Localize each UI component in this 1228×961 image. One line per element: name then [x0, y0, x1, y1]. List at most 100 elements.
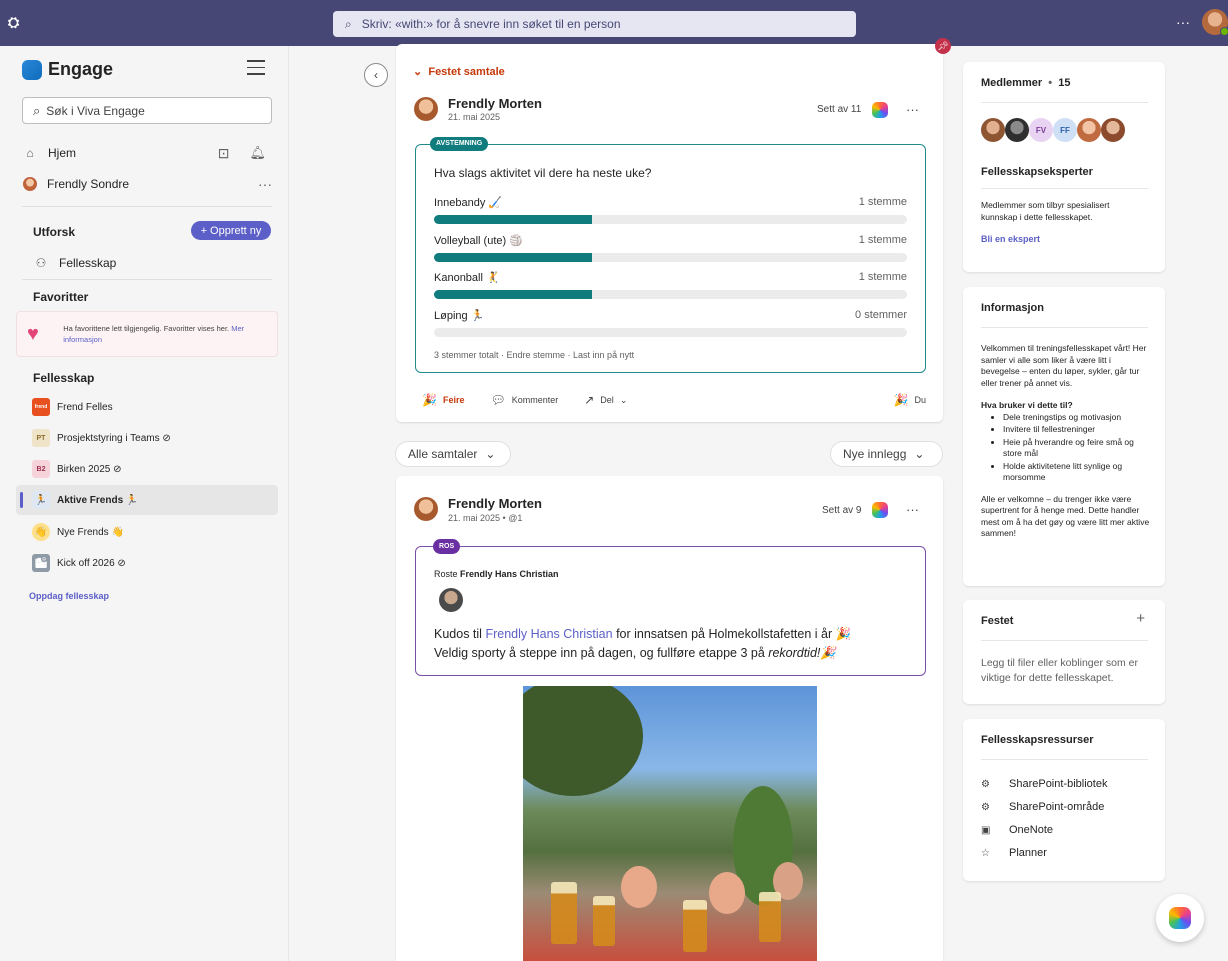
nav-communities[interactable]: ⚇ Fellesskap — [33, 250, 283, 276]
conversations-filter[interactable]: Alle samtaler ⌄ — [395, 441, 511, 467]
resource-onenote[interactable]: ▣ OneNote — [981, 824, 1053, 836]
community-item[interactable]: B2 Birken 2025 ⊘ — [16, 454, 278, 484]
engage-search-placeholder: Søk i Viva Engage — [46, 103, 145, 118]
comment-button[interactable]: 💬︎ Kommenter — [490, 393, 558, 407]
sharepoint-icon: ⚙ — [981, 801, 990, 813]
post-date: 21. mai 2025 — [448, 112, 501, 122]
poll-bar-fill — [434, 253, 592, 262]
info-intro: Velkommen til treningsfellesskapet vårt!… — [981, 343, 1147, 388]
chevron-down-icon: ⌄ — [485, 447, 496, 461]
poll-option-label[interactable]: Volleyball (ute) 🏐 — [434, 234, 523, 247]
mention-link[interactable]: Frendly Hans Christian — [485, 627, 612, 641]
poll-option-label[interactable]: Løping 🏃 — [434, 309, 484, 322]
praise-name[interactable]: Frendly Hans Christian — [460, 569, 559, 579]
resource-sharepoint-site[interactable]: ⚙ SharePoint-område — [981, 801, 1104, 813]
seen-count[interactable]: Sett av 9 — [822, 505, 861, 516]
user-more-icon[interactable]: ··· — [258, 176, 272, 192]
community-item-active[interactable]: 🏃 Aktive Frends 🏃 — [16, 485, 278, 515]
member-avatar[interactable] — [1077, 118, 1101, 142]
left-sidebar: Engage ⌕ Søk i Viva Engage ⌂ Hjem ⊡ 🔔︎ F… — [0, 46, 289, 961]
onenote-icon: ▣ — [981, 824, 991, 836]
author-avatar[interactable] — [414, 97, 438, 121]
become-expert-link[interactable]: Bli en ekspert — [981, 234, 1040, 244]
favorites-info: ♥ Ha favorittene lett tilgjengelig. Favo… — [16, 311, 278, 357]
community-item[interactable]: frend Frend Felles — [16, 392, 278, 422]
global-search-input[interactable]: ⌕ Skriv: «with:» for å snevre inn søket … — [333, 11, 856, 37]
nav-user[interactable]: Frendly Sondre ··· — [22, 171, 272, 197]
hamburger-menu-icon[interactable] — [247, 60, 265, 80]
community-item[interactable]: PT Prosjektstyring i Teams ⊘ — [16, 423, 278, 453]
resource-label: Planner — [1009, 847, 1047, 859]
poll-bar-fill — [434, 215, 592, 224]
teams-icon[interactable]: ⛭ — [8, 14, 26, 32]
author-name[interactable]: Frendly Morten — [448, 96, 542, 111]
copilot-button[interactable] — [1156, 894, 1204, 942]
info-list: Dele treningstips og motivasjon Invitere… — [981, 412, 1151, 484]
chevron-down-icon[interactable]: ⌄ — [413, 66, 428, 78]
copilot-icon[interactable] — [872, 102, 888, 118]
community-name: Aktive Frends 🏃 — [57, 494, 139, 506]
sort-filter[interactable]: Nye innlegg ⌄ — [830, 441, 943, 467]
resource-planner[interactable]: ☆ Planner — [981, 847, 1047, 859]
poll-option-count: 0 stemmer — [855, 309, 907, 321]
member-avatar[interactable] — [1101, 118, 1125, 142]
community-item[interactable]: 🏙 Kick off 2026 ⊘ — [16, 548, 278, 578]
user-small-avatar — [23, 177, 37, 191]
post-more-icon[interactable]: ··· — [906, 102, 919, 117]
post-card: Frendly Morten 21. mai 2025 • @1 Sett av… — [396, 476, 943, 961]
poll-footer[interactable]: 3 stemmer totalt · Endre stemme · Last i… — [434, 350, 634, 360]
user-avatar[interactable] — [1202, 9, 1228, 36]
more-options-icon[interactable]: ··· — [1176, 14, 1190, 30]
resource-sharepoint-library[interactable]: ⚙ SharePoint-bibliotek — [981, 778, 1107, 790]
reactions-summary[interactable]: 🎉 Du — [894, 393, 926, 407]
sort-filter-label: Nye innlegg — [843, 447, 907, 461]
bell-icon[interactable]: 🔔︎ — [249, 145, 266, 161]
post-photo[interactable] — [523, 686, 817, 961]
community-name: Kick off 2026 ⊘ — [57, 557, 126, 569]
engage-search-input[interactable]: ⌕ Søk i Viva Engage — [22, 97, 272, 124]
post-actions: 🎉 Feire 💬︎ Kommenter ↗ Del ⌄ 🎉 Du — [422, 393, 926, 407]
engage-logo-icon — [22, 59, 42, 80]
community-logo: 🏙 — [32, 554, 50, 572]
copilot-icon[interactable] — [872, 502, 888, 518]
create-new-button[interactable]: + Opprett ny — [191, 221, 271, 240]
info-title: Informasjon — [981, 302, 1044, 314]
photo-face — [621, 866, 657, 908]
info-bullet: Invitere til fellestreninger — [1003, 424, 1151, 436]
member-avatar[interactable] — [981, 118, 1005, 142]
divider — [22, 279, 272, 280]
nav-home[interactable]: ⌂ Hjem ⊡ 🔔︎ — [22, 140, 272, 166]
poll-option-bar — [434, 290, 907, 299]
top-bar: ⛭ ⌕ Skriv: «with:» for å snevre inn søke… — [0, 0, 1228, 46]
discover-communities-link[interactable]: Oppdag fellesskap — [29, 591, 109, 601]
seen-count[interactable]: Sett av 11 — [817, 104, 861, 115]
author-avatar[interactable] — [414, 497, 438, 521]
poll-option-label[interactable]: Innebandy 🏑 — [434, 196, 502, 209]
member-avatar[interactable] — [1005, 118, 1029, 142]
communities-icon: ⚇ — [35, 256, 47, 270]
communities-title: Fellesskap — [33, 371, 95, 385]
collapse-sidebar-button[interactable]: ‹ — [364, 63, 388, 87]
community-resources-card: Fellesskapsressurser ⚙ SharePoint-bibliot… — [963, 719, 1165, 881]
community-logo: B2 — [32, 460, 50, 478]
member-avatar[interactable]: FV — [1029, 118, 1053, 142]
author-name[interactable]: Frendly Morten — [448, 496, 542, 511]
poll-option-count: 1 stemme — [858, 271, 907, 283]
poll-option-label[interactable]: Kanonball 🤾 — [434, 271, 500, 284]
info-bullet: Dele treningstips og motivasjon — [1003, 412, 1151, 424]
member-avatar[interactable]: FF — [1053, 118, 1077, 142]
community-item[interactable]: 👋 Nye Frends 👋 — [16, 517, 278, 547]
share-button[interactable]: ↗ Del ⌄ — [584, 393, 627, 407]
experts-title: Fellesskapseksperter — [981, 166, 1093, 178]
conversations-filter-label: Alle samtaler — [408, 447, 478, 461]
celebrate-button[interactable]: 🎉 Feire — [422, 393, 464, 407]
recipient-avatar[interactable] — [439, 588, 463, 612]
poll: AVSTEMNING Hva slags aktivitet vil dere … — [415, 137, 926, 373]
pin-icon: 📌︎ — [935, 38, 951, 54]
post-more-icon[interactable]: ··· — [906, 502, 919, 517]
inbox-icon[interactable]: ⊡ — [218, 145, 230, 162]
photo-face — [709, 872, 745, 914]
members-title[interactable]: Medlemmer • 15 — [981, 77, 1070, 89]
community-logo: 👋 — [32, 523, 50, 541]
add-pin-icon[interactable]: + — [1136, 610, 1145, 627]
